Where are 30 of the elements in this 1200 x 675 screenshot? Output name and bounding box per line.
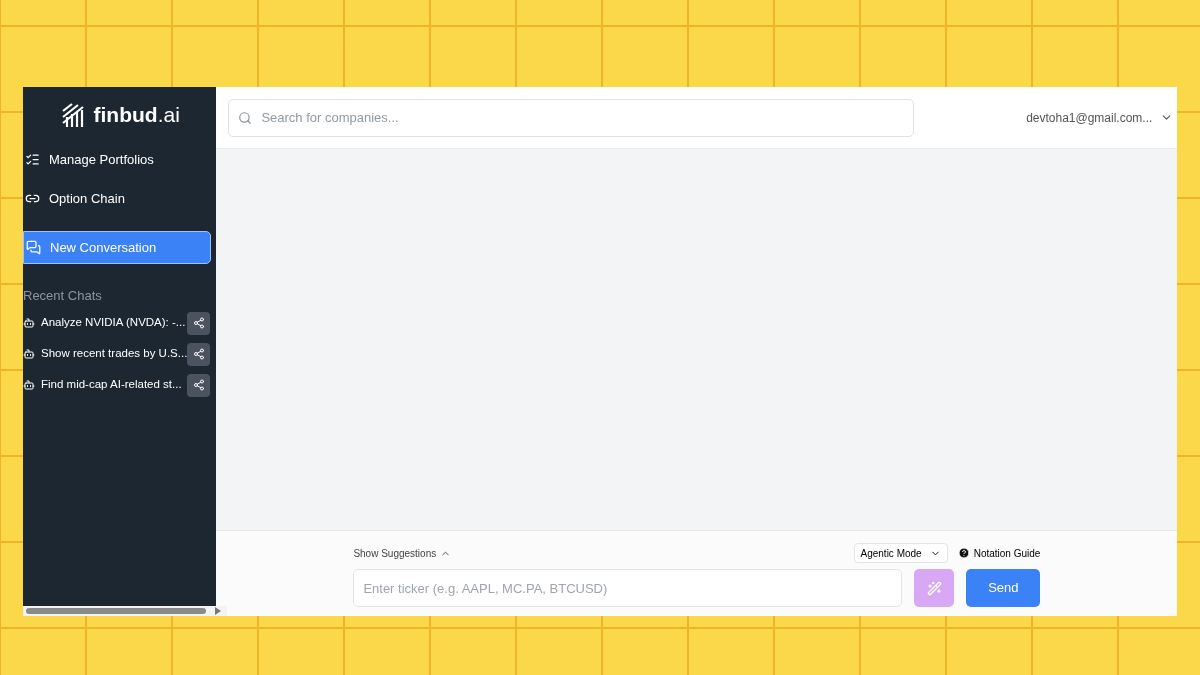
nav-item[interactable]: New Conversation xyxy=(23,231,212,264)
section-heading: Recent Chats xyxy=(23,287,103,305)
nav-item[interactable]: Manage Portfolios xyxy=(23,143,212,176)
robot-icon xyxy=(23,317,35,329)
share-icon xyxy=(192,379,205,391)
nav-item[interactable]: Option Chain xyxy=(23,182,212,215)
share-button[interactable] xyxy=(187,373,211,397)
help-icon xyxy=(957,547,970,559)
mode-select[interactable]: Agentic Mode xyxy=(853,543,948,563)
chat-item[interactable]: Analyze NVIDIA (NVDA): -... xyxy=(23,314,186,332)
logo-text: finbud.ai xyxy=(93,102,180,129)
send-button[interactable]: Send xyxy=(966,569,1041,607)
robot-icon xyxy=(23,348,35,360)
share-button[interactable] xyxy=(187,311,211,335)
checklist-icon xyxy=(25,152,40,167)
ticker-input[interactable]: Enter ticker (e.g. AAPL, MC.PA, BTCUSD) xyxy=(353,569,903,607)
notation-guide-link[interactable]: Notation Guide xyxy=(957,545,1041,561)
chat-item[interactable]: Find mid-cap AI-related st... xyxy=(23,376,182,394)
robot-icon xyxy=(23,379,35,391)
show-suggestions-toggle[interactable]: Show Suggestions xyxy=(353,545,452,561)
chat-bubbles-icon xyxy=(26,240,41,255)
search-icon xyxy=(238,110,253,125)
chat-item[interactable]: Show recent trades by U.S... xyxy=(23,345,188,363)
share-icon xyxy=(192,348,205,360)
share-icon xyxy=(192,317,205,329)
search-field[interactable]: Search for companies... xyxy=(228,98,915,137)
scroll-right-icon xyxy=(215,607,221,615)
magic-wand-icon xyxy=(926,580,942,596)
share-button[interactable] xyxy=(187,342,211,366)
account-menu[interactable]: devtoha1@gmail.com... xyxy=(1026,108,1174,127)
